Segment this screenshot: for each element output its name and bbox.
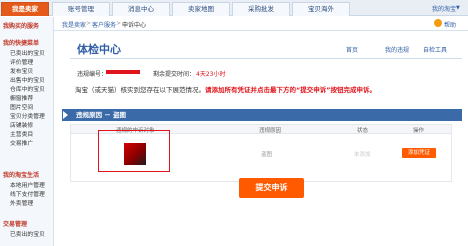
help-icon[interactable] <box>434 19 442 27</box>
sidebar-item-decoration[interactable]: 店铺装修 <box>10 122 33 131</box>
link-my-violations[interactable]: 我的违规 <box>385 45 409 54</box>
tab-seller-map[interactable]: 卖家地图 <box>172 2 230 16</box>
th-status: 状态 <box>357 128 369 134</box>
sidebar-item-warehouse[interactable]: 仓库中的宝贝 <box>10 86 45 95</box>
warning-highlight: 请添加所有凭证并点击最下方的“提交申诉”按钮完成申诉。 <box>205 86 377 94</box>
highlight-box <box>98 130 170 172</box>
th-action: 操作 <box>413 128 425 134</box>
sidebar-group-trade[interactable]: 交易管理 <box>3 220 27 230</box>
link-home[interactable]: 首页 <box>346 45 358 54</box>
tab-seller[interactable]: 我是卖家 <box>1 2 49 16</box>
sidebar-group-services[interactable]: 我购买的服务 <box>3 22 39 32</box>
link-self-check[interactable]: 自检工具 <box>423 45 447 54</box>
chevron-down-icon[interactable]: ▼ <box>456 5 460 11</box>
breadcrumb-service[interactable]: 客户服务 <box>92 20 116 29</box>
page-title: 体检中心 <box>77 43 121 56</box>
tab-wholesale[interactable]: 采购批发 <box>232 2 290 16</box>
sidebar-item-promotion[interactable]: 交易推广 <box>10 140 33 149</box>
tab-account[interactable]: 账号管理 <box>52 2 110 16</box>
sidebar-item-sold-2[interactable]: 已卖出的宝贝 <box>10 231 45 240</box>
remaining-time-value: 4天23小时 <box>196 71 226 78</box>
sidebar-item-offline-pay[interactable]: 线下支付管理 <box>10 191 45 200</box>
tab-messages[interactable]: 消息中心 <box>112 2 170 16</box>
sidebar-item-categories[interactable]: 宝贝分类管理 <box>10 113 45 122</box>
warning-message: 淘宝（或天猫）核实到您存在以下展范情况。请添加所有凭证并点击最下方的“提交申诉”… <box>75 84 376 94</box>
title-divider <box>70 58 462 59</box>
violation-section-header: 违规原因 － 盗图 <box>62 109 462 121</box>
row-status: 未添加 <box>354 152 371 158</box>
breadcrumb-separator: > <box>86 20 92 27</box>
remaining-time-label: 剩余提交时间： <box>153 71 196 78</box>
th-reason: 违规原因 <box>259 128 282 134</box>
row-reason: 盗图 <box>261 152 273 158</box>
sidebar-item-main-category[interactable]: 主营类目 <box>10 131 33 140</box>
breadcrumb-separator: > <box>116 20 122 27</box>
sidebar-item-showcase[interactable]: 橱窗推荐 <box>10 95 33 104</box>
violation-id-redacted <box>106 70 140 74</box>
submit-appeal-button[interactable]: 提交申诉 <box>239 178 304 198</box>
add-evidence-button[interactable]: 添加凭证 <box>402 148 436 158</box>
sidebar-group-life[interactable]: 我的淘宝生活 <box>3 171 39 181</box>
violation-id-label: 违规编号： <box>77 71 108 78</box>
caret-right-icon <box>63 111 68 119</box>
breadcrumb-current: 申诉中心 <box>122 22 147 29</box>
breadcrumb-seller[interactable]: 我是卖家 <box>62 20 86 29</box>
help-link[interactable]: 帮助 <box>444 20 456 29</box>
sidebar-item-review[interactable]: 评价管理 <box>10 59 33 68</box>
sidebar-item-takeout[interactable]: 外卖管理 <box>10 200 33 209</box>
warning-prefix: 淘宝（或天猫）核实到您存在以下展范情况。 <box>75 86 205 94</box>
sidebar-item-on-sale[interactable]: 出售中的宝贝 <box>10 77 45 86</box>
sidebar-item-publish[interactable]: 发布宝贝 <box>10 68 33 77</box>
sidebar-item-local-users[interactable]: 本地用户管理 <box>10 182 45 191</box>
my-taobao-link[interactable]: 我的淘宝 <box>432 4 456 13</box>
sidebar-item-sold[interactable]: 已卖出的宝贝 <box>10 50 45 59</box>
tab-overseas[interactable]: 宝贝海外 <box>292 2 350 16</box>
sidebar-item-images[interactable]: 图片空间 <box>10 104 33 113</box>
sidebar-group-shortcuts[interactable]: 我的快捷菜单 <box>3 39 39 49</box>
